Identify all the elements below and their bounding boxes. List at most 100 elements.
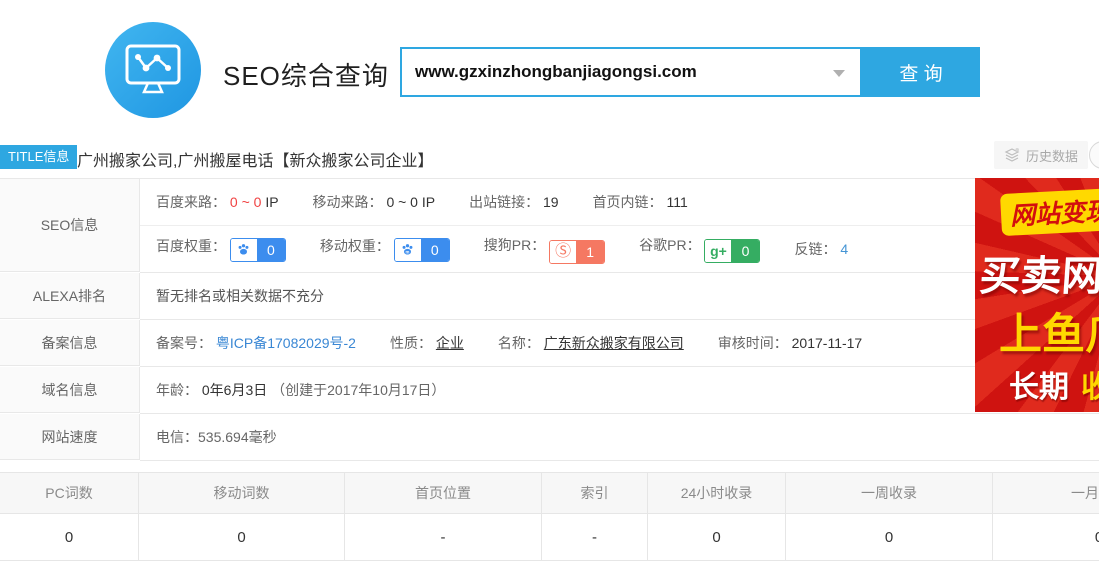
svg-text:m: m (406, 250, 410, 255)
sogou-pr-label: 搜狗PR： (484, 237, 545, 253)
search-box (400, 47, 862, 97)
value-index: - (542, 514, 648, 560)
title-info-badge: TITLE信息 (0, 145, 77, 169)
mobile-paw-icon: m (395, 239, 421, 261)
table-row-alexa: ALEXA排名 暂无排名或相关数据不充分 (0, 273, 1099, 320)
mobile-weight-badge[interactable]: m 0 (394, 238, 450, 262)
baidu-weight-label: 百度权重： (156, 238, 226, 254)
table-row-seo-info: SEO信息 百度来路： 0 ~ 0 IP 移动来路： 0 ~ 0 IP 出站链接… (0, 179, 1099, 273)
baidu-weight-badge[interactable]: 0 (230, 238, 286, 262)
beian-company-value[interactable]: 广东新众搬家有限公司 (544, 335, 684, 351)
stats-header-row: PC词数 移动词数 首页位置 索引 24小时收录 一周收录 一月收录 (0, 473, 1099, 514)
domain-age-label: 年龄： (156, 382, 198, 398)
outbound-links-label: 出站链接： (469, 194, 539, 210)
beian-audit-time: 审核时间： 2017-11-17 (718, 333, 862, 353)
row-label-domain: 域名信息 (0, 367, 140, 413)
ad-badge-text: 网站变现 (1000, 188, 1099, 236)
value-pc-words: 0 (0, 514, 139, 560)
layers-icon (1004, 147, 1020, 163)
ad-banner[interactable]: 网站变现 买卖网站 上鱼爪 长期收购 (975, 178, 1099, 412)
beian-company-label: 名称： (498, 335, 540, 351)
alexa-value: 暂无排名或相关数据不充分 (156, 286, 324, 306)
backlinks-value[interactable]: 4 (840, 241, 848, 257)
header-mobile-words: 移动词数 (139, 473, 345, 513)
mobile-traffic-value: 0 ~ 0 (386, 194, 418, 210)
sogou-pr: 搜狗PR： Ⓢ 1 (484, 235, 605, 264)
homepage-internal-links: 首页内链： 111 (593, 192, 688, 212)
backlinks-label: 反链： (794, 241, 836, 257)
header-month-collect: 一月收录 (993, 473, 1099, 513)
query-button[interactable]: 查 询 (862, 47, 980, 97)
table-row-domain: 域名信息 年龄： 0年6月3日 （创建于2017年10月17日） (0, 367, 1099, 414)
site-title-text: 广州搬家公司,广州搬屋电话【新众搬家公司企业】 (77, 147, 433, 171)
seo-weight-row: 百度权重： 0 移动权重： (140, 226, 1099, 272)
history-data-button[interactable]: 历史数据 (994, 141, 1088, 169)
value-week-collect: 0 (786, 514, 993, 560)
header-index: 索引 (542, 473, 648, 513)
partial-circle-button[interactable] (1089, 141, 1099, 169)
row-label-alexa: ALEXA排名 (0, 273, 140, 319)
mobile-traffic: 移动来路： 0 ~ 0 IP (313, 192, 436, 212)
baidu-traffic-value: 0 ~ 0 (230, 194, 262, 210)
mobile-traffic-unit: IP (422, 194, 435, 210)
beian-audit-value: 2017-11-17 (792, 335, 863, 351)
baidu-weight-value: 0 (257, 239, 285, 261)
seo-info-table: SEO信息 百度来路： 0 ~ 0 IP 移动来路： 0 ~ 0 IP 出站链接… (0, 178, 1099, 461)
baidu-traffic-unit: IP (265, 194, 278, 210)
google-pr-badge[interactable]: g+ 0 (704, 239, 760, 263)
mobile-traffic-label: 移动来路： (313, 194, 383, 210)
row-label-beian: 备案信息 (0, 320, 140, 366)
google-plus-icon: g+ (710, 244, 727, 258)
beian-number: 备案号： 粤ICP备17082029号-2 (156, 333, 356, 353)
baidu-paw-icon (231, 239, 257, 261)
homepage-internal-links-label: 首页内链： (593, 194, 663, 210)
outbound-links-value: 19 (543, 194, 559, 210)
app-title: SEO综合查询 (223, 56, 389, 93)
ad-brand: 上鱼爪 (999, 300, 1099, 362)
baidu-traffic: 百度来路： 0 ~ 0 IP (156, 192, 279, 212)
beian-company: 名称： 广东新众搬家有限公司 (498, 333, 684, 353)
homepage-internal-links-value: 111 (666, 194, 687, 210)
beian-number-link[interactable]: 粤ICP备17082029号-2 (216, 335, 356, 351)
speed-value: 电信：535.694毫秒 (156, 427, 277, 447)
keyword-stats-table: PC词数 移动词数 首页位置 索引 24小时收录 一周收录 一月收录 0 0 -… (0, 472, 1099, 561)
mobile-weight-value: 0 (421, 239, 449, 261)
domain-age-value: 0年6月3日 (202, 382, 267, 398)
ad-footer-line: 长期收购 (1009, 362, 1099, 406)
dropdown-arrow-icon[interactable] (833, 70, 845, 77)
sogou-pr-badge[interactable]: Ⓢ 1 (549, 240, 605, 264)
google-pr-label: 谷歌PR： (639, 237, 700, 253)
domain-created-value: （创建于2017年10月17日） (271, 382, 445, 398)
header-week-collect: 一周收录 (786, 473, 993, 513)
history-button-label: 历史数据 (1026, 146, 1078, 165)
row-label-seo-info: SEO信息 (0, 179, 140, 272)
beian-audit-label: 审核时间： (718, 335, 788, 351)
header-24h-collect: 24小时收录 (648, 473, 786, 513)
domain-age: 年龄： 0年6月3日 （创建于2017年10月17日） (156, 380, 445, 400)
value-month-collect: 0 (993, 514, 1099, 560)
beian-number-label: 备案号： (156, 335, 212, 351)
google-pr: 谷歌PR： g+ 0 (639, 235, 760, 263)
table-row-speed: 网站速度 电信：535.694毫秒 (0, 414, 1099, 461)
sogou-pr-value: 1 (576, 241, 604, 263)
beian-nature-value[interactable]: 企业 (436, 335, 464, 351)
url-input[interactable] (402, 49, 860, 95)
stats-value-row: 0 0 - - 0 0 0 (0, 514, 1099, 560)
row-label-speed: 网站速度 (0, 414, 140, 460)
value-mobile-words: 0 (139, 514, 345, 560)
header-homepage-position: 首页位置 (345, 473, 542, 513)
outbound-links: 出站链接： 19 (469, 192, 558, 212)
app-logo (105, 22, 201, 118)
seo-query-page: SEO综合查询 查 询 TITLE信息 广州搬家公司,广州搬屋电话【新众搬家公司… (0, 0, 1099, 565)
mobile-weight: 移动权重： m 0 (320, 236, 450, 262)
sogou-icon: Ⓢ (555, 244, 571, 260)
seo-traffic-row: 百度来路： 0 ~ 0 IP 移动来路： 0 ~ 0 IP 出站链接： 19 (140, 179, 1099, 226)
chart-monitor-icon (124, 43, 182, 97)
backlinks: 反链： 4 (794, 239, 848, 259)
baidu-weight: 百度权重： 0 (156, 236, 286, 262)
baidu-traffic-label: 百度来路： (156, 194, 226, 210)
value-24h-collect: 0 (648, 514, 786, 560)
header-pc-words: PC词数 (0, 473, 139, 513)
google-pr-value: 0 (731, 240, 759, 262)
ad-footer-white: 长期 (1009, 371, 1069, 404)
